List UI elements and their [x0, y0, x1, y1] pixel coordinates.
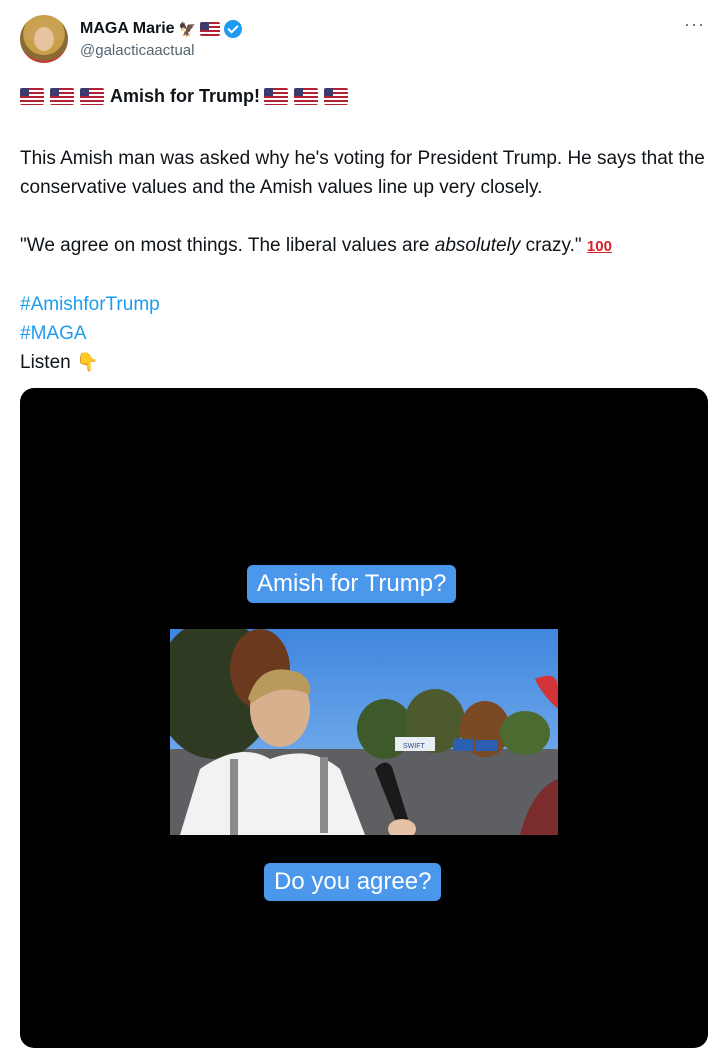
verified-badge-icon [223, 20, 242, 38]
video-scene: SWIFT [170, 629, 558, 835]
tweet-title-row: Amish for Trump! [20, 86, 350, 107]
listen-text: Listen [20, 352, 71, 373]
hundred-points-icon: 100 [586, 238, 612, 255]
author-name[interactable]: MAGA Marie [80, 20, 175, 38]
video-caption-bottom: Do you agree? [264, 863, 442, 901]
quote-text-end: crazy." [520, 235, 582, 256]
us-flag-icon [294, 88, 319, 105]
tweet-body: This Amish man was asked why he's voting… [20, 144, 710, 377]
hashtag-link[interactable]: #MAGA [20, 323, 87, 344]
quote-italic: absolutely [434, 235, 521, 256]
avatar[interactable] [20, 15, 68, 63]
avatar-face [34, 27, 54, 51]
more-options-icon[interactable]: ··· [684, 14, 705, 35]
tweet-quote: "We agree on most things. The liberal va… [20, 231, 710, 261]
video-caption-top: Amish for Trump? [247, 565, 457, 603]
us-flag-icon [264, 88, 289, 105]
truck-logo: SWIFT [403, 743, 425, 750]
us-flag-icon [50, 88, 74, 105]
us-flag-icon [80, 88, 104, 105]
us-flag-icon [20, 88, 44, 105]
video-frame[interactable]: SWIFT [170, 629, 558, 835]
tweet-paragraph: This Amish man was asked why he's voting… [20, 148, 705, 198]
pointing-down-icon: 👇 [75, 352, 99, 372]
author-handle[interactable]: @galacticaactual [80, 42, 194, 59]
quote-text: "We agree on most things. The liberal va… [20, 235, 435, 256]
us-flag-icon [199, 22, 220, 36]
author-name-row[interactable]: MAGA Marie 🦅 [80, 18, 242, 40]
hashtag-link[interactable]: #AmishforTrump [20, 294, 160, 315]
eagle-icon: 🦅 [178, 20, 196, 37]
video-player[interactable]: Amish for Trump? SWIFT Do you agree? [20, 388, 708, 1048]
tweet-title: Amish for Trump! [110, 86, 261, 106]
us-flag-icon [324, 88, 349, 105]
